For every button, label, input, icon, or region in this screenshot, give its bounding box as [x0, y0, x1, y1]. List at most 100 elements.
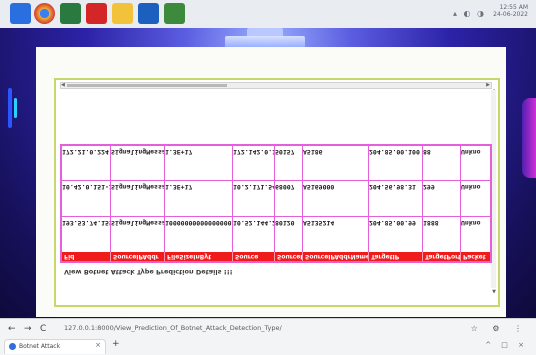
- back-button[interactable]: ←: [8, 324, 16, 334]
- table-cell-source: 10.2.171.54: [232, 181, 274, 217]
- header-text: TargetIP: [371, 253, 400, 260]
- browser-toolbar-icons[interactable]: ☆ ⚙ ⋮: [471, 324, 528, 333]
- table-cell-target-port: 1888: [422, 217, 460, 253]
- cell-text: 88: [423, 148, 431, 156]
- header-source: Source: [232, 252, 274, 261]
- scroll-left-icon[interactable]: ◀: [61, 82, 65, 88]
- header-text: SourcePort: [277, 253, 302, 260]
- tab-favicon-icon: [9, 343, 16, 350]
- header-text: FileSizeInByt: [167, 253, 212, 260]
- table-cell-source-ip: SignalingMessage: [110, 181, 164, 217]
- browser-tab[interactable]: Botnet Attack ×: [4, 339, 106, 354]
- header-source-ip-name: SourceIPAddrName: [302, 252, 368, 261]
- taskbar: ▴ ◐ ◑ 12:55 AM 24-06-2022: [0, 0, 536, 29]
- table-cell-packet: Unkno: [460, 181, 490, 217]
- reload-button[interactable]: C: [40, 324, 46, 334]
- chrome-icon[interactable]: [34, 3, 55, 24]
- cell-text: Unkno: [461, 148, 481, 156]
- cell-text: 68007: [275, 183, 295, 191]
- table-cell-source-port: 80120: [274, 217, 302, 253]
- cell-text: 50157: [275, 148, 295, 156]
- cell-text: 1.3E+17: [165, 148, 193, 156]
- table-cell-source-ip-name: A5169000: [302, 181, 368, 217]
- cell-text: 10.52.144.251: [233, 219, 274, 227]
- app-icon-6[interactable]: [138, 3, 159, 24]
- header-text: Packet: [463, 253, 486, 260]
- table-cell-source-ip: SignalingMessage: [110, 146, 164, 180]
- table-cell-source-ip: SignalingMessage: [110, 217, 164, 253]
- table-cell-source-port: 50157: [274, 146, 302, 180]
- cell-text: 10000000000000000: [165, 219, 232, 227]
- cell-text: 193.53.74.155-10.42.0.211-10000-6000-6: [62, 219, 110, 227]
- decoration-right: [522, 98, 536, 178]
- cell-text: 172.21.0.224-10.65.8.65-443-25049-6: [62, 148, 110, 156]
- header-text: Source: [235, 253, 259, 260]
- table-cell-filesize: 1.3E+17: [164, 181, 232, 217]
- app-icon-3[interactable]: [60, 3, 81, 24]
- cell-text: 10.42.0.151-213.160.5-10250-443-6: [62, 183, 110, 191]
- cell-text: 204.85.00.100: [369, 148, 420, 156]
- cell-text: 10.2.171.54: [233, 183, 274, 191]
- prediction-table: 172.21.0.224-10.65.8.65-443-25049-6 Sign…: [60, 144, 492, 263]
- panel-caption: View Botnet Attack Type Prediction Detai…: [64, 268, 233, 276]
- table-row: 193.53.74.155-10.42.0.211-10000-6000-6 S…: [62, 216, 490, 253]
- new-tab-button[interactable]: +: [112, 339, 120, 349]
- scroll-right-icon[interactable]: ▶: [486, 82, 490, 88]
- header-source-ip: SourceIPAddr: [110, 252, 164, 261]
- forward-button[interactable]: →: [24, 324, 32, 334]
- clock-time: 12:55 AM: [499, 4, 528, 11]
- header-target-port: TargetPort: [422, 252, 460, 261]
- table-cell-filesize: 1.3E+17: [164, 146, 232, 180]
- clock[interactable]: 12:55 AM 24-06-2022: [493, 4, 528, 18]
- table-cell-target-ip: 204.85.00.99: [368, 217, 422, 253]
- table-cell-target-port: 88: [422, 146, 460, 180]
- table-cell-source-ip-name: A5135214: [302, 217, 368, 253]
- header-target-ip: TargetIP: [368, 252, 422, 261]
- address-bar[interactable]: 127.0.0.1:8000/View_Prediction_Of_Botnet…: [64, 322, 464, 335]
- table-cell-filesize: 10000000000000000: [164, 217, 232, 253]
- table-cell-packet: Unkno: [460, 146, 490, 180]
- tab-close-icon[interactable]: ×: [95, 341, 101, 349]
- header-fid: Fid: [62, 252, 110, 261]
- table-cell-source: 172.142.0.18: [232, 146, 274, 180]
- cell-text: A5186: [303, 148, 323, 156]
- header-text: SourceIPAddrName: [305, 253, 368, 260]
- cell-text: 80120: [275, 219, 295, 227]
- browser-chrome: ← → C 127.0.0.1:8000/View_Prediction_Of_…: [0, 318, 536, 355]
- cell-text: A5169000: [303, 183, 335, 191]
- table-cell-target-port: 299: [422, 181, 460, 217]
- table-row: 10.42.0.151-213.160.5-10250-443-6 Signal…: [62, 180, 490, 217]
- table-cell-source-ip-name: A5186: [302, 146, 368, 180]
- header-source-port: SourcePort: [274, 252, 302, 261]
- app-icon-7[interactable]: [164, 3, 185, 24]
- start-logo-icon[interactable]: [10, 3, 31, 24]
- table-header: Fid SourceIPAddr FileSizeInByt Source So…: [62, 252, 490, 261]
- window-controls[interactable]: ^ □ ×: [485, 341, 528, 349]
- cell-text: 299: [423, 183, 435, 191]
- table-cell-fid: 10.42.0.151-213.160.5-10250-443-6: [62, 181, 110, 217]
- table-cell-packet: Unkno: [460, 217, 490, 253]
- cell-text: Unkno: [461, 219, 481, 227]
- app-icon-4[interactable]: [86, 3, 107, 24]
- table-cell-fid: 172.21.0.224-10.65.8.65-443-25049-6: [62, 146, 110, 180]
- cell-text: 172.142.0.18: [233, 148, 274, 156]
- cell-text: 204.56.98.31: [369, 183, 416, 191]
- scroll-down-icon[interactable]: ▼: [492, 289, 496, 295]
- table-cell-source-port: 68007: [274, 181, 302, 217]
- system-tray-icons[interactable]: ▴ ◐ ◑: [453, 9, 486, 18]
- cell-text: 204.85.00.99: [369, 219, 416, 227]
- prediction-panel: ◀ ▶ ▲ ▼ 172.21.0.224-10.65.8.65-443-2504…: [54, 78, 500, 307]
- header-text: Fid: [64, 253, 75, 260]
- cell-text: 1.3E+17: [165, 183, 193, 191]
- horizontal-scrollbar[interactable]: ◀ ▶: [60, 82, 492, 89]
- cell-text: 1888: [423, 219, 439, 227]
- table-row: 172.21.0.224-10.65.8.65-443-25049-6 Sign…: [62, 146, 490, 180]
- cell-text: SignalingMessage: [111, 219, 164, 227]
- folder-icon[interactable]: [112, 3, 133, 24]
- cell-text: SignalingMessage: [111, 183, 164, 191]
- header-filesize: FileSizeInByt: [164, 252, 232, 261]
- decoration-left-2: [14, 98, 17, 118]
- table-cell-target-ip: 204.56.98.31: [368, 181, 422, 217]
- scrollbar-thumb[interactable]: [67, 84, 227, 87]
- cell-text: Unkno: [461, 183, 481, 191]
